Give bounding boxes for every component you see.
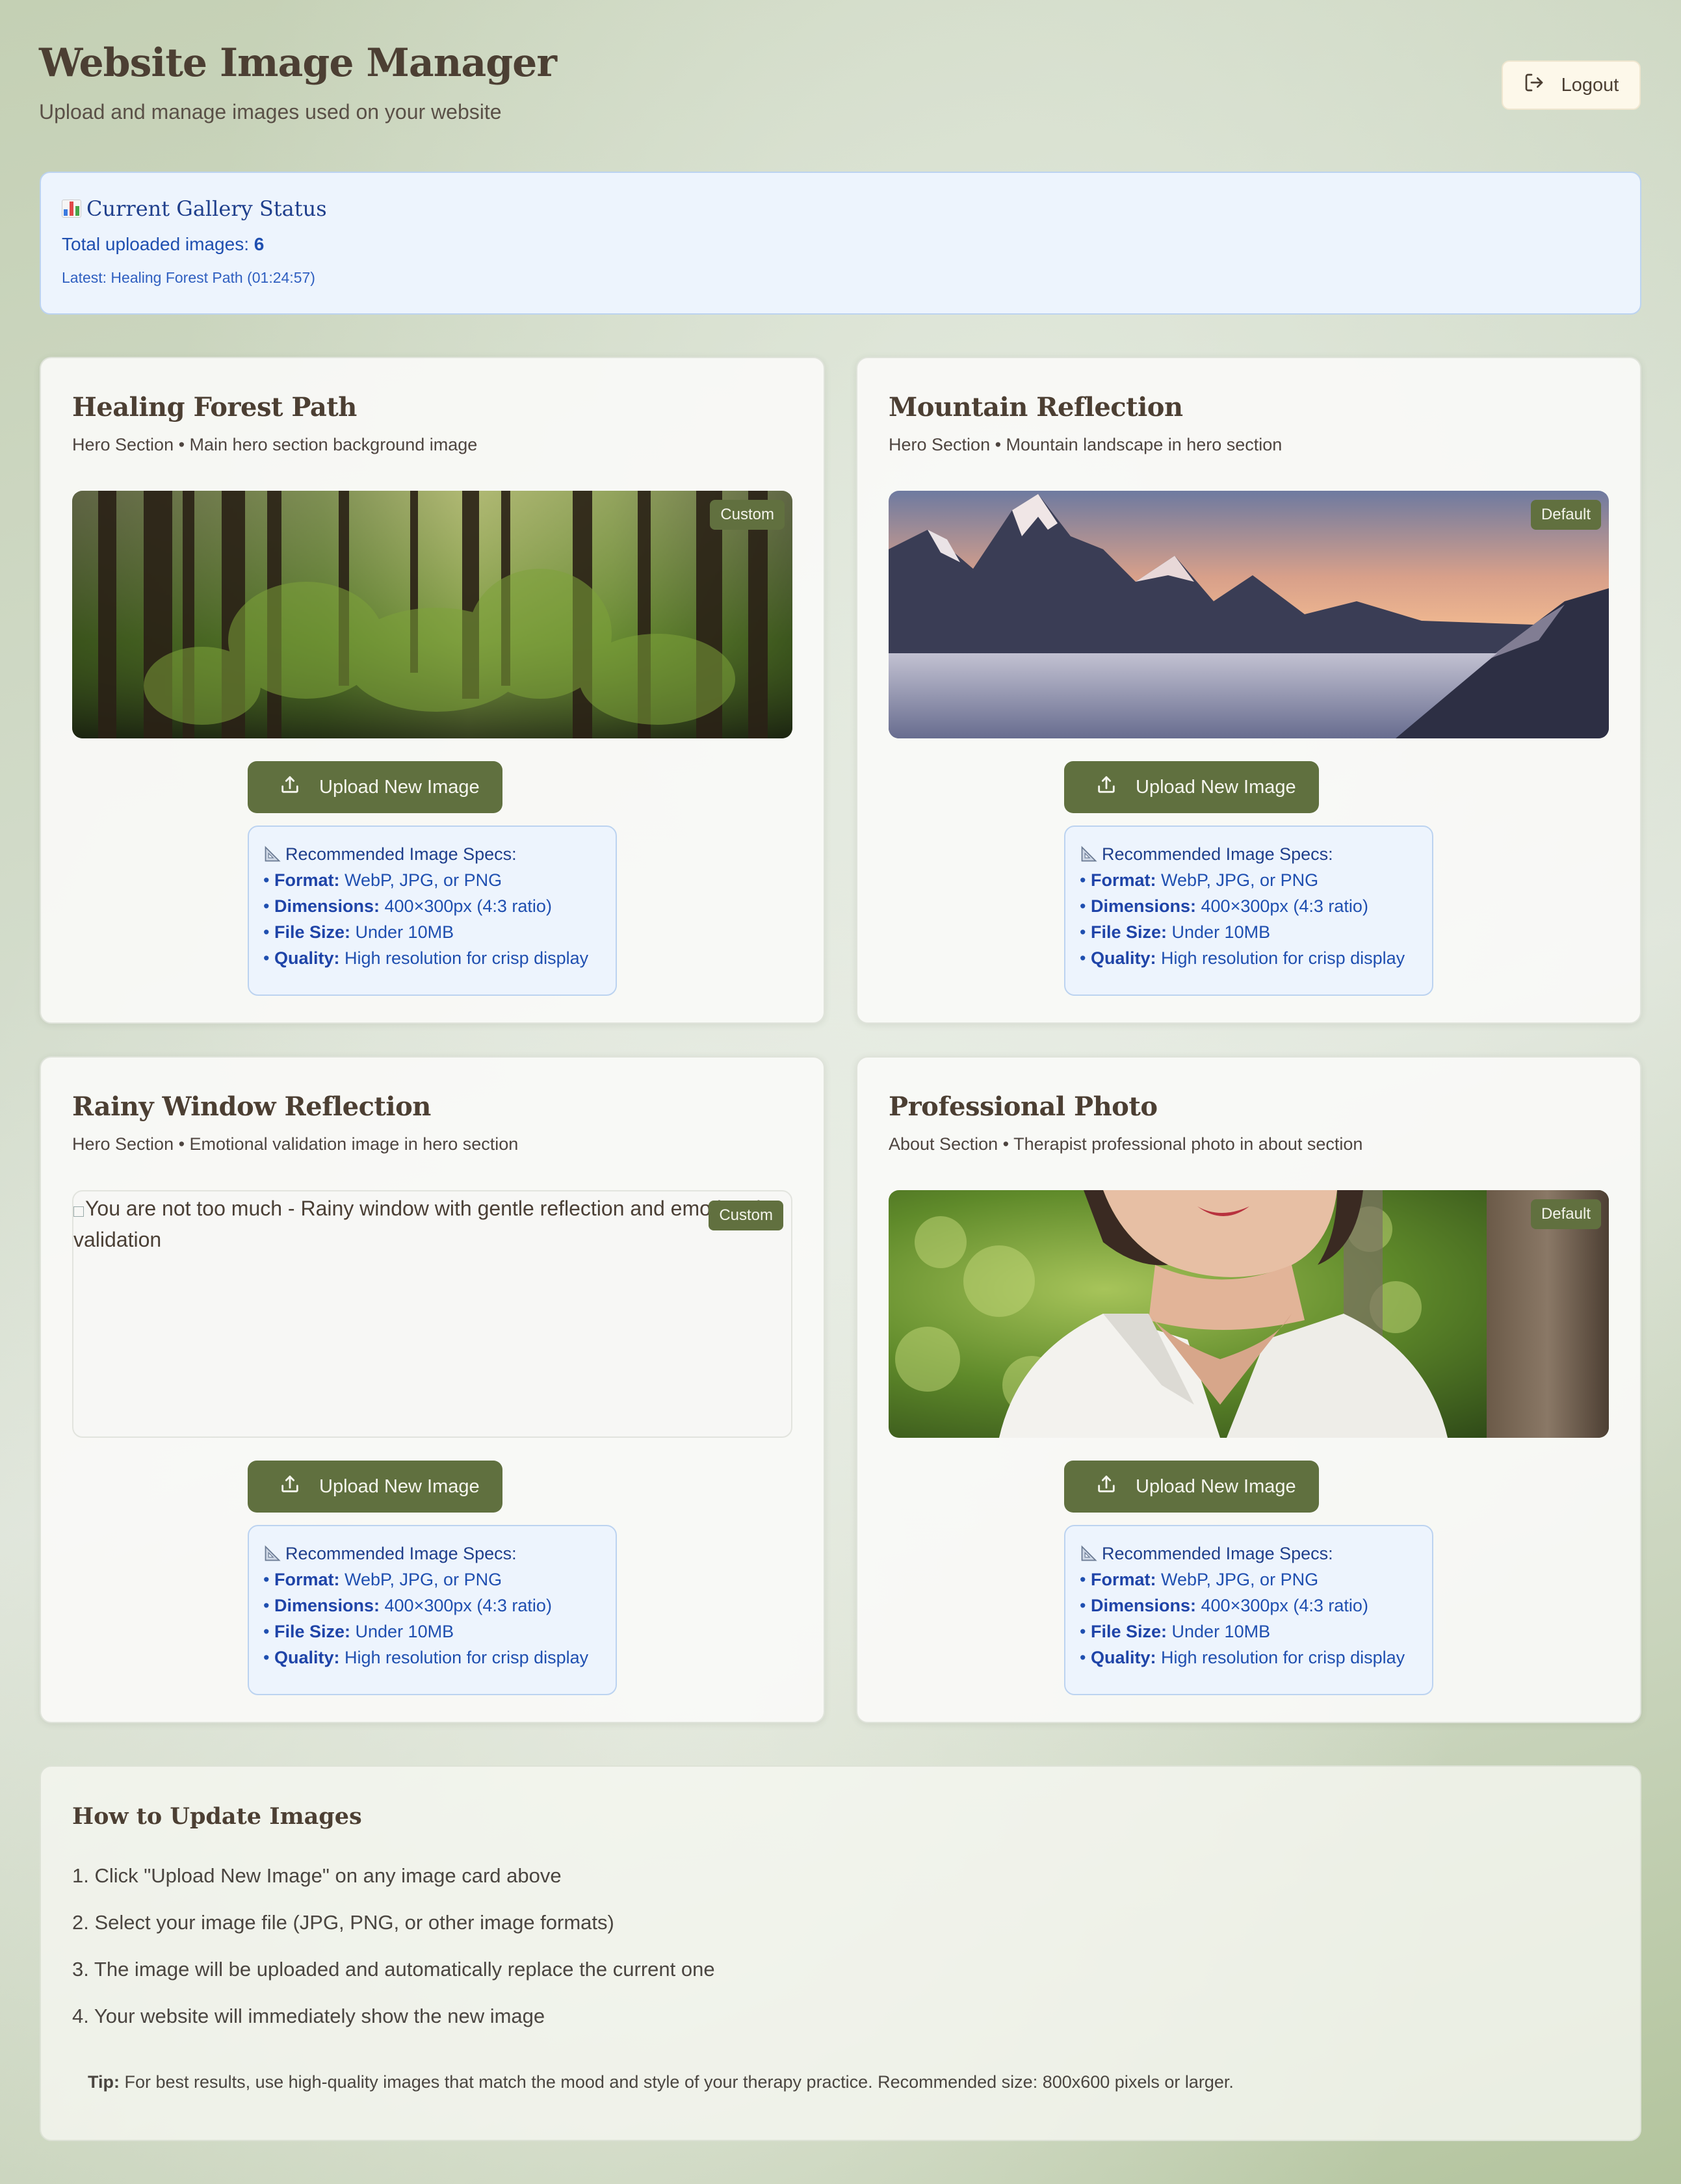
custom-badge: Custom xyxy=(709,1201,783,1230)
default-badge: Default xyxy=(1530,500,1601,530)
upload-icon xyxy=(279,774,301,801)
image-alt-text: You are not too much - Rainy window with… xyxy=(73,1197,761,1251)
upload-icon xyxy=(279,1473,301,1500)
triangular-ruler-icon xyxy=(1081,846,1097,862)
triangular-ruler-icon xyxy=(265,846,281,862)
image-card-mountain-reflection: Mountain Reflection Hero Section • Mount… xyxy=(856,357,1641,1024)
upload-new-image-button[interactable]: Upload New Image xyxy=(1064,1461,1319,1513)
card-description: Hero Section • Emotional validation imag… xyxy=(72,1134,519,1154)
triangular-ruler-icon xyxy=(265,1545,281,1561)
recommended-specs: Recommended Image Specs: • Format: WebP,… xyxy=(248,1525,617,1695)
how-to-title: How to Update Images xyxy=(72,1803,362,1830)
default-badge: Default xyxy=(1530,1199,1601,1229)
logout-button[interactable]: Logout xyxy=(1502,60,1641,110)
logout-icon xyxy=(1524,72,1544,98)
upload-icon xyxy=(1095,1473,1117,1500)
total-images-count: Total uploaded images: 6 xyxy=(62,234,265,254)
page-header: Website Image Manager Upload and manage … xyxy=(39,40,557,124)
custom-badge: Custom xyxy=(710,500,785,530)
card-image-broken: You are not too much - Rainy window with… xyxy=(72,1190,792,1438)
upload-new-image-button[interactable]: Upload New Image xyxy=(248,761,502,813)
upload-new-image-button[interactable]: Upload New Image xyxy=(248,1461,502,1513)
image-card-rainy-window-reflection: Rainy Window Reflection Hero Section • E… xyxy=(40,1056,825,1723)
tip-text: Tip: For best results, use high-quality … xyxy=(88,2072,1234,2092)
page-subtitle: Upload and manage images used on your we… xyxy=(39,100,502,124)
upload-new-image-button[interactable]: Upload New Image xyxy=(1064,761,1319,813)
card-title: Professional Photo xyxy=(889,1091,1158,1122)
recommended-specs: Recommended Image Specs: • Format: WebP,… xyxy=(248,826,617,996)
card-description: About Section • Therapist professional p… xyxy=(889,1134,1363,1154)
page-title: Website Image Manager xyxy=(39,40,557,86)
gallery-status-panel: Current Gallery Status Total uploaded im… xyxy=(40,172,1641,315)
card-image-mountain: Default xyxy=(889,491,1609,738)
logout-label: Logout xyxy=(1561,74,1619,96)
card-description: Hero Section • Mountain landscape in her… xyxy=(889,435,1283,454)
step-item: 3. The image will be uploaded and automa… xyxy=(72,1958,715,1981)
triangular-ruler-icon xyxy=(1081,1545,1097,1561)
latest-upload: Latest: Healing Forest Path (01:24:57) xyxy=(62,269,315,286)
gallery-status-title: Current Gallery Status xyxy=(62,196,1619,221)
recommended-specs: Recommended Image Specs: • Format: WebP,… xyxy=(1064,826,1433,996)
bar-chart-icon xyxy=(62,200,81,218)
step-item: 1. Click "Upload New Image" on any image… xyxy=(72,1864,562,1887)
card-image-portrait: Default xyxy=(889,1190,1609,1438)
card-title: Mountain Reflection xyxy=(889,392,1183,422)
image-card-healing-forest-path: Healing Forest Path Hero Section • Main … xyxy=(40,357,825,1024)
total-images-value: 6 xyxy=(254,234,265,254)
upload-icon xyxy=(1095,774,1117,801)
card-image-forest: Custom xyxy=(72,491,792,738)
card-title: Rainy Window Reflection xyxy=(72,1091,431,1122)
step-item: 2. Select your image file (JPG, PNG, or … xyxy=(72,1911,614,1934)
broken-image-icon xyxy=(73,1206,84,1217)
step-item: 4. Your website will immediately show th… xyxy=(72,2005,545,2027)
card-title: Healing Forest Path xyxy=(72,392,357,422)
steps-list: 1. Click "Upload New Image" on any image… xyxy=(72,1864,715,2051)
card-description: Hero Section • Main hero section backgro… xyxy=(72,435,478,454)
how-to-update-panel: How to Update Images 1. Click "Upload Ne… xyxy=(40,1765,1641,2141)
image-card-professional-photo: Professional Photo About Section • Thera… xyxy=(856,1056,1641,1723)
recommended-specs: Recommended Image Specs: • Format: WebP,… xyxy=(1064,1525,1433,1695)
